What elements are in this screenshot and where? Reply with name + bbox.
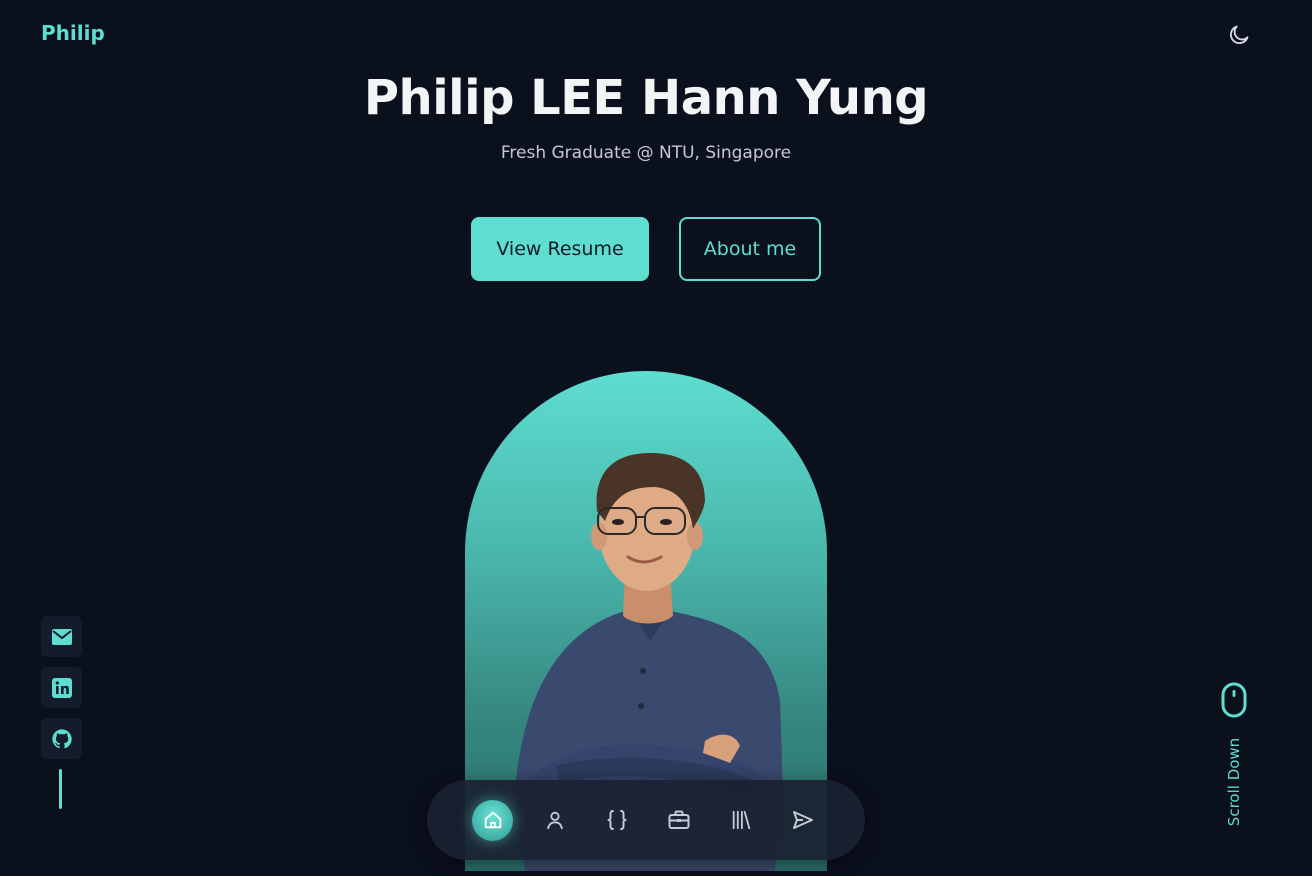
moon-icon (1227, 23, 1251, 47)
email-link[interactable] (41, 616, 82, 657)
theme-toggle-button[interactable] (1224, 20, 1254, 50)
code-braces-icon (605, 808, 629, 832)
home-icon (482, 809, 504, 831)
mouse-icon (1220, 682, 1248, 718)
bottom-navigation (427, 780, 865, 860)
nav-experience[interactable] (658, 800, 699, 841)
about-me-button[interactable]: About me (679, 217, 821, 281)
github-icon (51, 728, 73, 750)
scroll-down-label: Scroll Down (1225, 737, 1243, 827)
linkedin-icon (51, 677, 72, 698)
nav-contact[interactable] (782, 800, 823, 841)
page-title: Philip LEE Hann Yung (363, 70, 929, 126)
linkedin-link[interactable] (41, 667, 82, 708)
nav-about[interactable] (534, 800, 575, 841)
briefcase-icon (667, 809, 691, 831)
nav-portfolio[interactable] (720, 800, 761, 841)
mail-icon (51, 628, 73, 646)
user-icon (544, 809, 566, 831)
nav-skills[interactable] (596, 800, 637, 841)
library-icon (730, 809, 752, 831)
nav-home[interactable] (472, 799, 513, 841)
hero-subtitle: Fresh Graduate @ NTU, Singapore (500, 143, 792, 163)
scroll-down-link[interactable]: Scroll Down (1220, 682, 1248, 832)
github-link[interactable] (41, 718, 82, 759)
social-links (41, 616, 82, 809)
logo-link[interactable]: Philip (41, 21, 105, 45)
view-resume-button[interactable]: View Resume (471, 217, 649, 281)
social-divider-line (59, 769, 62, 809)
send-icon (791, 808, 815, 832)
